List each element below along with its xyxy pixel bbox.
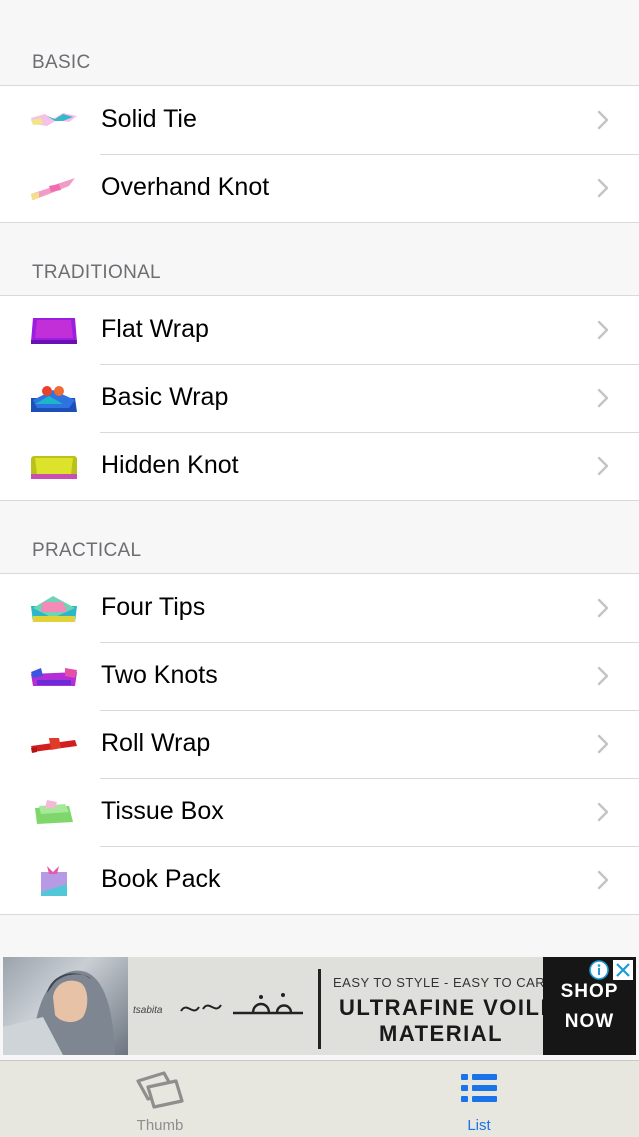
ad-info-icon[interactable] [589, 960, 609, 980]
overhand-knot-thumbnail-icon [31, 178, 75, 200]
chevron-right-icon [597, 456, 609, 476]
list-item-label: Solid Tie [101, 105, 197, 133]
list-item-label: Four Tips [101, 593, 206, 621]
flat-wrap-thumbnail-icon [31, 318, 77, 344]
ad-shop-text: SHOP [560, 981, 619, 1002]
solid-tie-thumbnail-icon [31, 113, 77, 126]
ad-now-text: NOW [564, 1011, 615, 1032]
list-item-hidden-knot[interactable]: Hidden Knot [0, 432, 639, 500]
chevron-right-icon [597, 734, 609, 754]
ad-brand-small-text: tsabita [133, 1005, 163, 1016]
list-item-solid-tie[interactable]: Solid Tie [0, 86, 639, 154]
chevron-right-icon [597, 388, 609, 408]
list-item-four-tips[interactable]: Four Tips [0, 574, 639, 642]
list-item-label: Overhand Knot [101, 173, 270, 201]
section-header-basic: BASIC [32, 52, 91, 73]
practical-group: Four Tips Two Knots Roll Wrap Tissue Box [0, 573, 639, 915]
list-item-tissue-box[interactable]: Tissue Box [0, 778, 639, 846]
chevron-right-icon [597, 802, 609, 822]
ad-model-illustration-icon [3, 970, 115, 1055]
list-item-roll-wrap[interactable]: Roll Wrap [0, 710, 639, 778]
ad-headline-line1: ULTRAFINE VOILE [339, 995, 557, 1020]
two-knots-thumbnail-icon [31, 668, 77, 686]
chevron-right-icon [597, 320, 609, 340]
ad-headline-line2: MATERIAL [379, 1021, 504, 1046]
list-item-basic-wrap[interactable]: Basic Wrap [0, 364, 639, 432]
section-header-traditional: TRADITIONAL [32, 262, 161, 283]
ad-divider [318, 969, 321, 1049]
list-item-two-knots[interactable]: Two Knots [0, 642, 639, 710]
basic-wrap-thumbnail-icon [31, 386, 77, 412]
ad-brand-mark-icon [180, 993, 303, 1015]
ad-model-photo [3, 957, 128, 1055]
list-icon [461, 1074, 497, 1102]
tab-list-label: List [467, 1117, 491, 1134]
tissue-box-thumbnail-icon [35, 800, 73, 824]
hidden-knot-thumbnail-icon [31, 456, 77, 479]
list-item-label: Tissue Box [101, 797, 224, 825]
chevron-right-icon [597, 666, 609, 686]
list-item-flat-wrap[interactable]: Flat Wrap [0, 296, 639, 364]
list-item-label: Two Knots [101, 661, 218, 689]
basic-group: Solid Tie Overhand Knot [0, 85, 639, 223]
traditional-group: Flat Wrap Basic Wrap Hidden Knot [0, 295, 639, 501]
chevron-right-icon [597, 870, 609, 890]
tab-thumb-label: Thumb [136, 1117, 184, 1134]
ad-tagline: EASY TO STYLE - EASY TO CARE [333, 975, 555, 990]
list-item-label: Flat Wrap [101, 315, 209, 343]
roll-wrap-thumbnail-icon [31, 738, 77, 753]
chevron-right-icon [597, 178, 609, 198]
chevron-right-icon [597, 598, 609, 618]
ad-brand-logo: tsabita [133, 987, 313, 1027]
tab-bar: Thumb List [0, 1060, 639, 1137]
tab-list[interactable]: List [419, 1061, 539, 1137]
tab-thumb[interactable]: Thumb [100, 1061, 220, 1137]
thumb-grid-icon [136, 1071, 184, 1109]
list-item-overhand-knot[interactable]: Overhand Knot [0, 154, 639, 222]
list-item-label: Hidden Knot [101, 451, 239, 479]
chevron-right-icon [597, 110, 609, 130]
list-item-label: Basic Wrap [101, 383, 229, 411]
book-pack-thumbnail-icon [41, 866, 67, 896]
ad-close-icon[interactable] [613, 960, 633, 980]
four-tips-thumbnail-icon [31, 596, 77, 622]
list-item-label: Book Pack [101, 865, 221, 893]
list-item-label: Roll Wrap [101, 729, 211, 757]
ad-banner[interactable]: tsabita EASY TO STYLE - EASY TO CARE ULT… [3, 957, 636, 1055]
section-header-practical: PRACTICAL [32, 540, 142, 561]
list-item-book-pack[interactable]: Book Pack [0, 846, 639, 914]
